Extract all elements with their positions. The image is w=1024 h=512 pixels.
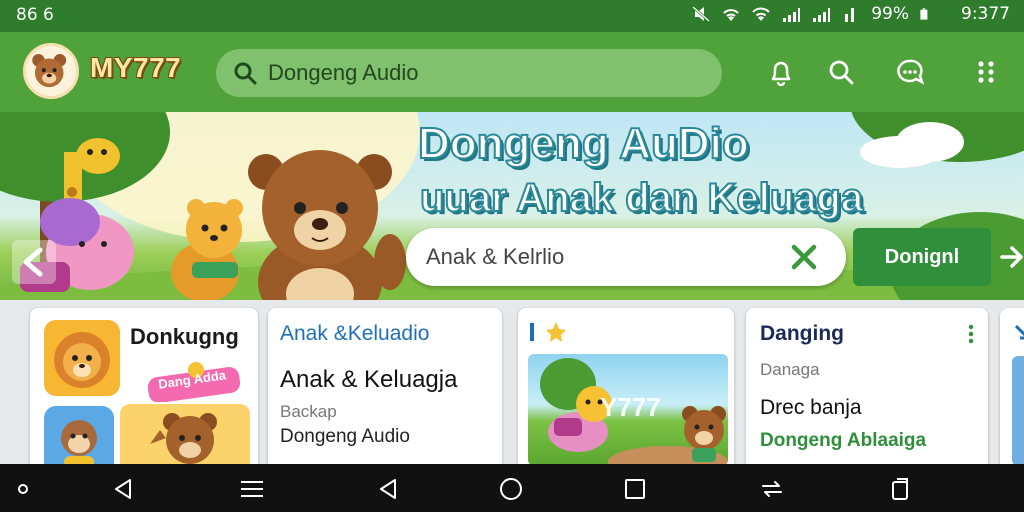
- status-left-text: 86 6: [16, 5, 54, 25]
- banner-prev-button[interactable]: [12, 240, 56, 284]
- card-subtitle: Danaga: [760, 360, 820, 379]
- card-title: Donkugng: [130, 324, 239, 349]
- more-vert-icon[interactable]: [968, 324, 974, 344]
- search-icon[interactable]: [823, 54, 859, 90]
- chat-icon[interactable]: [892, 54, 928, 90]
- card-thumbnail: Y777: [528, 354, 728, 464]
- status-time: 9:377: [961, 4, 1010, 24]
- signal-icon: [783, 8, 801, 22]
- app-bar: MY777 Dongeng Audio: [0, 32, 1024, 112]
- banner-subtitle: uuar Anak dan Keluaga: [419, 175, 864, 221]
- rotate-icon[interactable]: [759, 476, 785, 502]
- content-card[interactable]: Y777: [518, 308, 734, 464]
- wifi-icon: [752, 7, 770, 21]
- battery-icon: [920, 8, 928, 20]
- status-bar: 86 6 99% 9:377: [0, 0, 1024, 32]
- banner-title: Dongeng AuDio: [417, 119, 750, 169]
- avatar[interactable]: [23, 43, 79, 99]
- wifi-icon: [723, 9, 739, 21]
- card-subtitle: Backap: [280, 402, 337, 421]
- card-title: Anak & Keluagja: [280, 366, 458, 393]
- chevron-left-icon: [23, 247, 43, 277]
- back-icon[interactable]: [110, 476, 136, 502]
- menu-icon[interactable]: [239, 476, 265, 502]
- content-card[interactable]: Anak &Keluadio Anak & Keluagja Backap Do…: [268, 308, 502, 464]
- dot-icon[interactable]: [10, 476, 36, 502]
- screenshot-icon[interactable]: [887, 476, 913, 502]
- card-thumbnail: [1012, 356, 1024, 464]
- card-link[interactable]: Dongeng Ablaaiga: [760, 430, 926, 452]
- banner-download-button[interactable]: Donignl: [853, 228, 991, 286]
- expand-arrow-icon: [1014, 324, 1024, 340]
- card-description: Drec banja: [760, 396, 862, 419]
- brand-title: MY777: [90, 52, 182, 83]
- content-card[interactable]: [1000, 308, 1024, 464]
- bear-icon: [150, 413, 217, 464]
- hero-banner[interactable]: Dongeng AuDio uuar Anak dan Keluaga Anak…: [0, 112, 1024, 300]
- battery-percent: 99%: [871, 4, 909, 24]
- content-cards-row: Donkugng Dang Adda Anak &Keluadio Anak &…: [0, 300, 1024, 464]
- banner-search-value: Anak & Kelrlio: [426, 244, 565, 269]
- arrow-right-icon[interactable]: [1000, 242, 1024, 272]
- lion-icon: [54, 332, 110, 388]
- bear-thumbnail: [120, 404, 250, 464]
- signal-icon: [845, 8, 855, 22]
- banner-search-field[interactable]: Anak & Kelrlio: [406, 228, 846, 286]
- status-icons: 99% 9:377: [691, 4, 1010, 24]
- close-icon[interactable]: [788, 241, 820, 273]
- search-icon: [234, 62, 257, 85]
- card-tag: Dang Adda: [144, 360, 244, 403]
- back-icon[interactable]: [375, 476, 401, 502]
- card-description: Dongeng Audio: [280, 426, 410, 447]
- recents-icon[interactable]: [622, 476, 648, 502]
- more-vert-icon[interactable]: [968, 54, 1004, 90]
- bear-avatar-icon: [32, 54, 67, 88]
- monkey-thumbnail: [44, 406, 114, 464]
- bookmark-star-icon: [530, 322, 566, 342]
- search-bar[interactable]: Dongeng Audio: [216, 49, 722, 97]
- monkey-icon: [61, 420, 97, 464]
- system-nav-bar: [0, 464, 1024, 512]
- content-card[interactable]: Danging Danaga Drec banja Dongeng Ablaai…: [746, 308, 988, 464]
- card-title: Danging: [760, 322, 844, 345]
- thumbnail-watermark: Y777: [600, 392, 661, 422]
- home-icon[interactable]: [498, 476, 524, 502]
- bell-icon[interactable]: [763, 54, 799, 90]
- search-bar-text: Dongeng Audio: [268, 60, 419, 85]
- lion-thumbnail: [44, 320, 120, 396]
- signal-icon: [813, 8, 831, 22]
- content-card[interactable]: Donkugng Dang Adda: [30, 308, 258, 464]
- mute-icon: [692, 6, 711, 22]
- card-category[interactable]: Anak &Keluadio: [280, 322, 429, 346]
